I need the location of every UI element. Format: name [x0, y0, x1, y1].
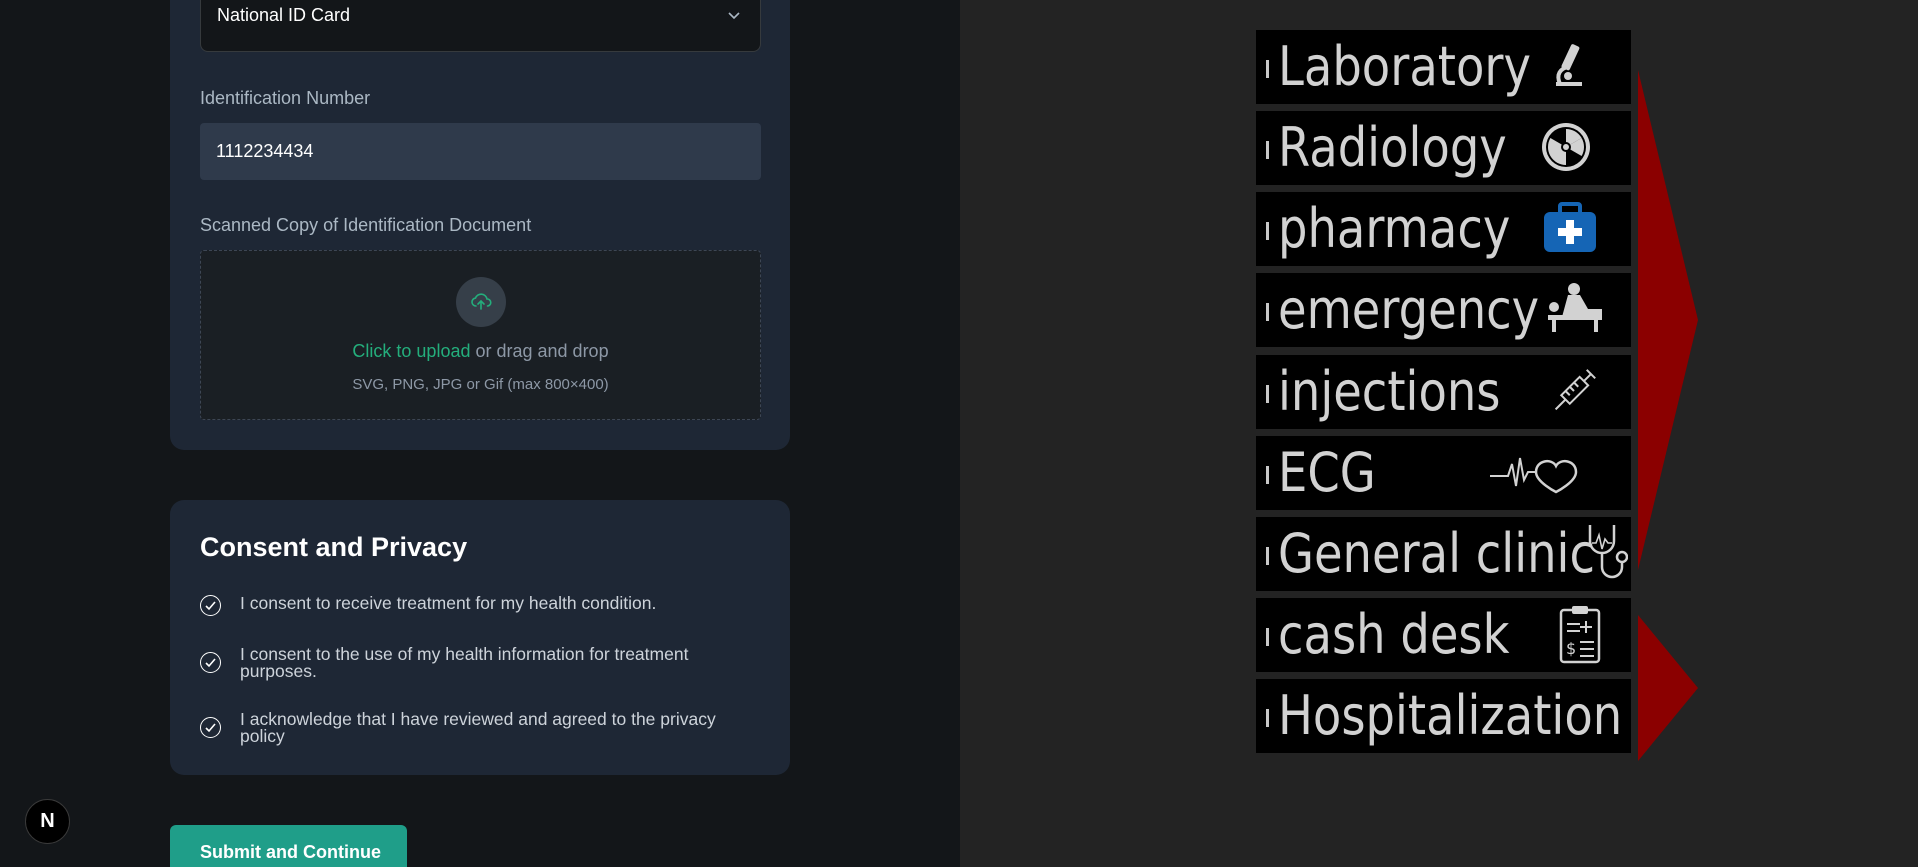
sign-label: ECG	[1278, 441, 1376, 504]
check-icon	[205, 723, 216, 733]
nextjs-badge[interactable]: N	[25, 799, 70, 844]
svg-text:$: $	[1566, 639, 1576, 658]
id-number-label: Identification Number	[200, 88, 371, 108]
file-upload-dropzone[interactable]: Click to upload or drag and drop SVG, PN…	[200, 250, 761, 420]
sign-cash-desk: cash desk $	[1256, 598, 1631, 672]
upload-icon-circle	[456, 277, 506, 327]
first-aid-kit-icon	[1544, 202, 1596, 252]
checkbox[interactable]	[200, 595, 221, 616]
bill-clipboard-icon: $	[1559, 606, 1601, 664]
drag-drop-text: or drag and drop	[470, 341, 609, 361]
sign-hospitalization: Hospitalization	[1256, 679, 1631, 753]
cloud-upload-icon	[471, 293, 492, 310]
chevron-down-icon	[728, 12, 740, 20]
sign-radiology: Radiology	[1256, 111, 1631, 185]
sign-label: Radiology	[1278, 116, 1507, 179]
sign-emergency: emergency	[1256, 273, 1631, 347]
sign-label: cash desk	[1278, 603, 1510, 666]
check-icon	[205, 658, 216, 668]
id-type-value: National ID Card	[217, 5, 351, 25]
id-type-select[interactable]: National ID Card	[200, 0, 761, 52]
stethoscope-icon	[1588, 525, 1628, 579]
consent-text: I consent to receive treatment for my he…	[240, 593, 657, 613]
submit-continue-button[interactable]: Submit and Continue	[170, 825, 407, 867]
sign-laboratory: Laboratory	[1256, 30, 1631, 104]
sign-pharmacy: pharmacy	[1256, 192, 1631, 266]
sign-label: Laboratory	[1278, 35, 1531, 98]
syringe-icon	[1554, 369, 1596, 411]
id-number-input[interactable]	[200, 123, 761, 180]
sign-ecg: ECG	[1256, 436, 1631, 510]
upload-format-hint: SVG, PNG, JPG or Gif (max 800×400)	[352, 376, 609, 393]
upload-instruction: Click to upload or drag and drop	[201, 341, 760, 362]
stretcher-patient-icon	[1548, 283, 1602, 332]
checkbox[interactable]	[200, 717, 221, 738]
registration-form-pane: National ID Card Identification Number S…	[0, 0, 960, 867]
consent-card: Consent and Privacy I consent to receive…	[170, 500, 790, 775]
radiation-icon	[1542, 123, 1590, 171]
consent-text: I consent to the use of my health inform…	[240, 644, 689, 681]
sign-label: emergency	[1278, 278, 1540, 341]
identification-card: National ID Card Identification Number S…	[170, 0, 790, 450]
hospital-directory-signpost: Laboratory Radiology pharmacy emergency …	[1250, 25, 1700, 770]
consent-text: I acknowledge that I have reviewed and a…	[240, 709, 716, 746]
consent-title: Consent and Privacy	[200, 532, 468, 562]
sign-general-clinic: General clinic	[1256, 517, 1631, 591]
check-icon	[205, 601, 216, 611]
scan-label: Scanned Copy of Identification Document	[200, 215, 532, 235]
checkbox[interactable]	[200, 652, 221, 673]
sign-label: injections	[1278, 360, 1501, 423]
click-to-upload-link[interactable]: Click to upload	[352, 341, 470, 361]
sign-label: General clinic	[1278, 522, 1595, 585]
heartbeat-icon	[1490, 457, 1578, 494]
sign-label: Hospitalization	[1278, 684, 1623, 747]
microscope-icon	[1556, 44, 1582, 86]
sign-injections: injections	[1256, 355, 1631, 429]
sign-label: pharmacy	[1278, 197, 1511, 260]
